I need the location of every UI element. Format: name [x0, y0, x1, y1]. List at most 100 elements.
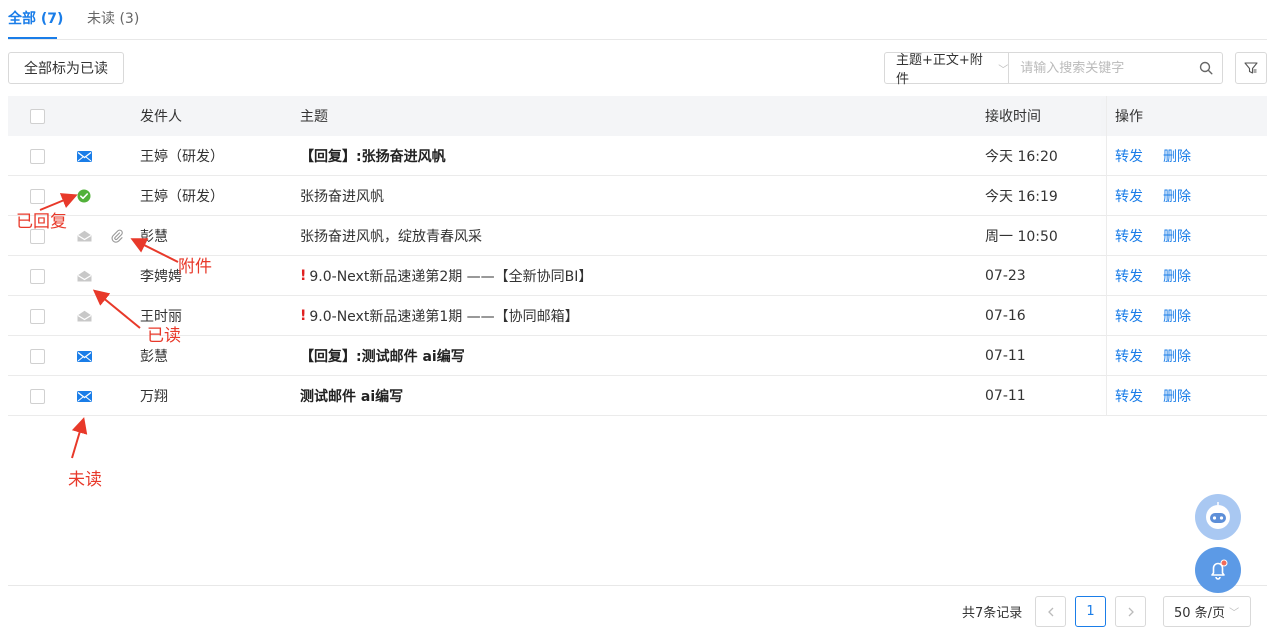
- filter-button[interactable]: [1235, 52, 1267, 84]
- search-scope-select[interactable]: 主题+正文+附件 ﹀: [885, 53, 1010, 87]
- mail-tabs: 全部 (7) 未读 (3): [8, 0, 1267, 40]
- urgent-mark: !: [300, 308, 307, 324]
- subject-text: 9.0-Next新品速递第1期 ——【协同邮箱】: [309, 309, 579, 325]
- row-checkbox[interactable]: [30, 268, 45, 284]
- row-checkbox-cell: [30, 296, 45, 336]
- received-time: 今天 16:20: [985, 149, 1058, 165]
- actions-column-divider: [1106, 96, 1107, 416]
- unread-mail-icon: [77, 336, 92, 376]
- forward-link[interactable]: 转发: [1115, 136, 1143, 176]
- row-checkbox[interactable]: [30, 388, 45, 404]
- unread-mail-icon: [77, 136, 92, 176]
- footer-divider: [8, 585, 1267, 586]
- received-time: 07-16: [985, 308, 1026, 324]
- search-input[interactable]: [1009, 53, 1191, 83]
- subject-cell[interactable]: 张扬奋进风帆: [300, 176, 384, 216]
- chevron-down-icon: ﹀: [998, 64, 1009, 76]
- delete-link[interactable]: 删除: [1163, 176, 1191, 216]
- page-size-select[interactable]: 50 条/页 ﹀: [1163, 596, 1251, 627]
- annotation-read: 已读: [147, 326, 181, 346]
- robot-icon: [1206, 502, 1230, 529]
- table-row[interactable]: 彭慧 张扬奋进风帆，绽放青春风采 周一 10:50 转发 删除: [8, 216, 1267, 256]
- chevron-down-icon: ﹀: [1229, 608, 1240, 619]
- forward-link[interactable]: 转发: [1115, 256, 1143, 296]
- subject-cell[interactable]: 【回复】:张扬奋进风帆: [300, 136, 446, 176]
- subject-cell[interactable]: ! 9.0-Next新品速递第2期 ——【全新协同BI】: [300, 256, 592, 296]
- subject-text: 测试邮件 ai编写: [300, 389, 404, 405]
- forward-link[interactable]: 转发: [1115, 216, 1143, 256]
- received-time: 07-23: [985, 268, 1026, 284]
- sender-name: 王婷（研发）: [140, 189, 224, 205]
- chevron-left-icon: [1047, 607, 1053, 616]
- chevron-right-icon: [1128, 607, 1134, 616]
- received-time: 07-11: [985, 388, 1026, 404]
- row-checkbox-cell: [30, 256, 45, 296]
- read-mail-icon: [77, 256, 92, 296]
- row-checkbox[interactable]: [30, 148, 45, 164]
- search-icon[interactable]: [1190, 53, 1222, 83]
- select-all-checkbox-cell: [30, 96, 45, 136]
- subject-cell[interactable]: 【回复】:测试邮件 ai编写: [300, 336, 465, 376]
- row-checkbox-cell: [30, 136, 45, 176]
- row-checkbox[interactable]: [30, 348, 45, 364]
- subject-text: 张扬奋进风帆，绽放青春风采: [300, 229, 482, 245]
- table-row[interactable]: 王时丽! 9.0-Next新品速递第1期 ——【协同邮箱】 07-16 转发 删除: [8, 296, 1267, 336]
- table-row[interactable]: 王婷（研发） 张扬奋进风帆 今天 16:19 转发 删除: [8, 176, 1267, 216]
- mark-all-read-button[interactable]: 全部标为已读: [8, 52, 124, 84]
- subject-cell[interactable]: 测试邮件 ai编写: [300, 376, 403, 416]
- record-total: 共7条记录: [962, 606, 1023, 621]
- delete-link[interactable]: 删除: [1163, 136, 1191, 176]
- forward-link[interactable]: 转发: [1115, 176, 1143, 216]
- received-time: 今天 16:19: [985, 189, 1058, 205]
- row-checkbox-cell: [30, 336, 45, 376]
- arrow-unread: [71, 417, 88, 459]
- subject-text: 9.0-Next新品速递第2期 ——【全新协同BI】: [309, 269, 593, 285]
- column-header-received[interactable]: 接收时间: [985, 96, 1041, 136]
- column-header-actions: 操作: [1115, 109, 1143, 125]
- subject-cell[interactable]: ! 9.0-Next新品速递第1期 ——【协同邮箱】: [300, 296, 579, 336]
- sender-name: 李娉娉: [140, 269, 182, 285]
- column-header-subject[interactable]: 主题: [300, 96, 328, 136]
- annotation-replied: 已回复: [16, 212, 67, 232]
- page-size-value: 50 条/页: [1174, 606, 1226, 621]
- delete-link[interactable]: 删除: [1163, 376, 1191, 416]
- sender-name: 王婷（研发）: [140, 149, 224, 165]
- search-bar: 主题+正文+附件 ﹀: [884, 52, 1223, 87]
- forward-link[interactable]: 转发: [1115, 296, 1143, 336]
- unread-mail-icon: [77, 376, 92, 416]
- select-all-checkbox[interactable]: [30, 108, 45, 124]
- search-scope-value: 主题+正文+附件: [896, 53, 983, 87]
- urgent-mark: !: [300, 268, 307, 284]
- delete-link[interactable]: 删除: [1163, 216, 1191, 256]
- subject-text: 【回复】:张扬奋进风帆: [300, 149, 446, 165]
- delete-link[interactable]: 删除: [1163, 336, 1191, 376]
- forward-link[interactable]: 转发: [1115, 376, 1143, 416]
- row-checkbox-cell: [30, 376, 45, 416]
- ai-assistant-button[interactable]: [1195, 494, 1241, 540]
- subject-cell[interactable]: 张扬奋进风帆，绽放青春风采: [300, 216, 482, 256]
- forward-link[interactable]: 转发: [1115, 336, 1143, 376]
- table-row[interactable]: 王婷（研发） 【回复】:张扬奋进风帆 今天 16:20 转发 删除: [8, 136, 1267, 176]
- notification-button[interactable]: [1195, 547, 1241, 593]
- table-row[interactable]: 万翔 测试邮件 ai编写 07-11 转发 删除: [8, 376, 1267, 416]
- tab-all[interactable]: 全部 (7): [8, 10, 63, 28]
- annotation-unread: 未读: [68, 470, 102, 490]
- row-checkbox[interactable]: [30, 188, 45, 204]
- bell-icon: [1211, 559, 1228, 580]
- filter-icon: [1244, 62, 1258, 74]
- page-number-button[interactable]: 1: [1075, 596, 1106, 627]
- delete-link[interactable]: 删除: [1163, 296, 1191, 336]
- column-header-sender[interactable]: 发件人: [140, 96, 182, 136]
- table-header: 发件人 主题 接收时间 操作: [8, 96, 1267, 136]
- row-checkbox[interactable]: [30, 308, 45, 324]
- prev-page-button[interactable]: [1035, 596, 1066, 627]
- subject-text: 【回复】:测试邮件 ai编写: [300, 349, 465, 365]
- received-time: 07-11: [985, 348, 1026, 364]
- table-row[interactable]: 彭慧 【回复】:测试邮件 ai编写 07-11 转发 删除: [8, 336, 1267, 376]
- received-time: 周一 10:50: [985, 229, 1058, 245]
- delete-link[interactable]: 删除: [1163, 256, 1191, 296]
- replied-check-icon: [77, 176, 91, 216]
- next-page-button[interactable]: [1115, 596, 1146, 627]
- tab-unread[interactable]: 未读 (3): [87, 10, 139, 28]
- annotation-attachment: 附件: [178, 257, 212, 277]
